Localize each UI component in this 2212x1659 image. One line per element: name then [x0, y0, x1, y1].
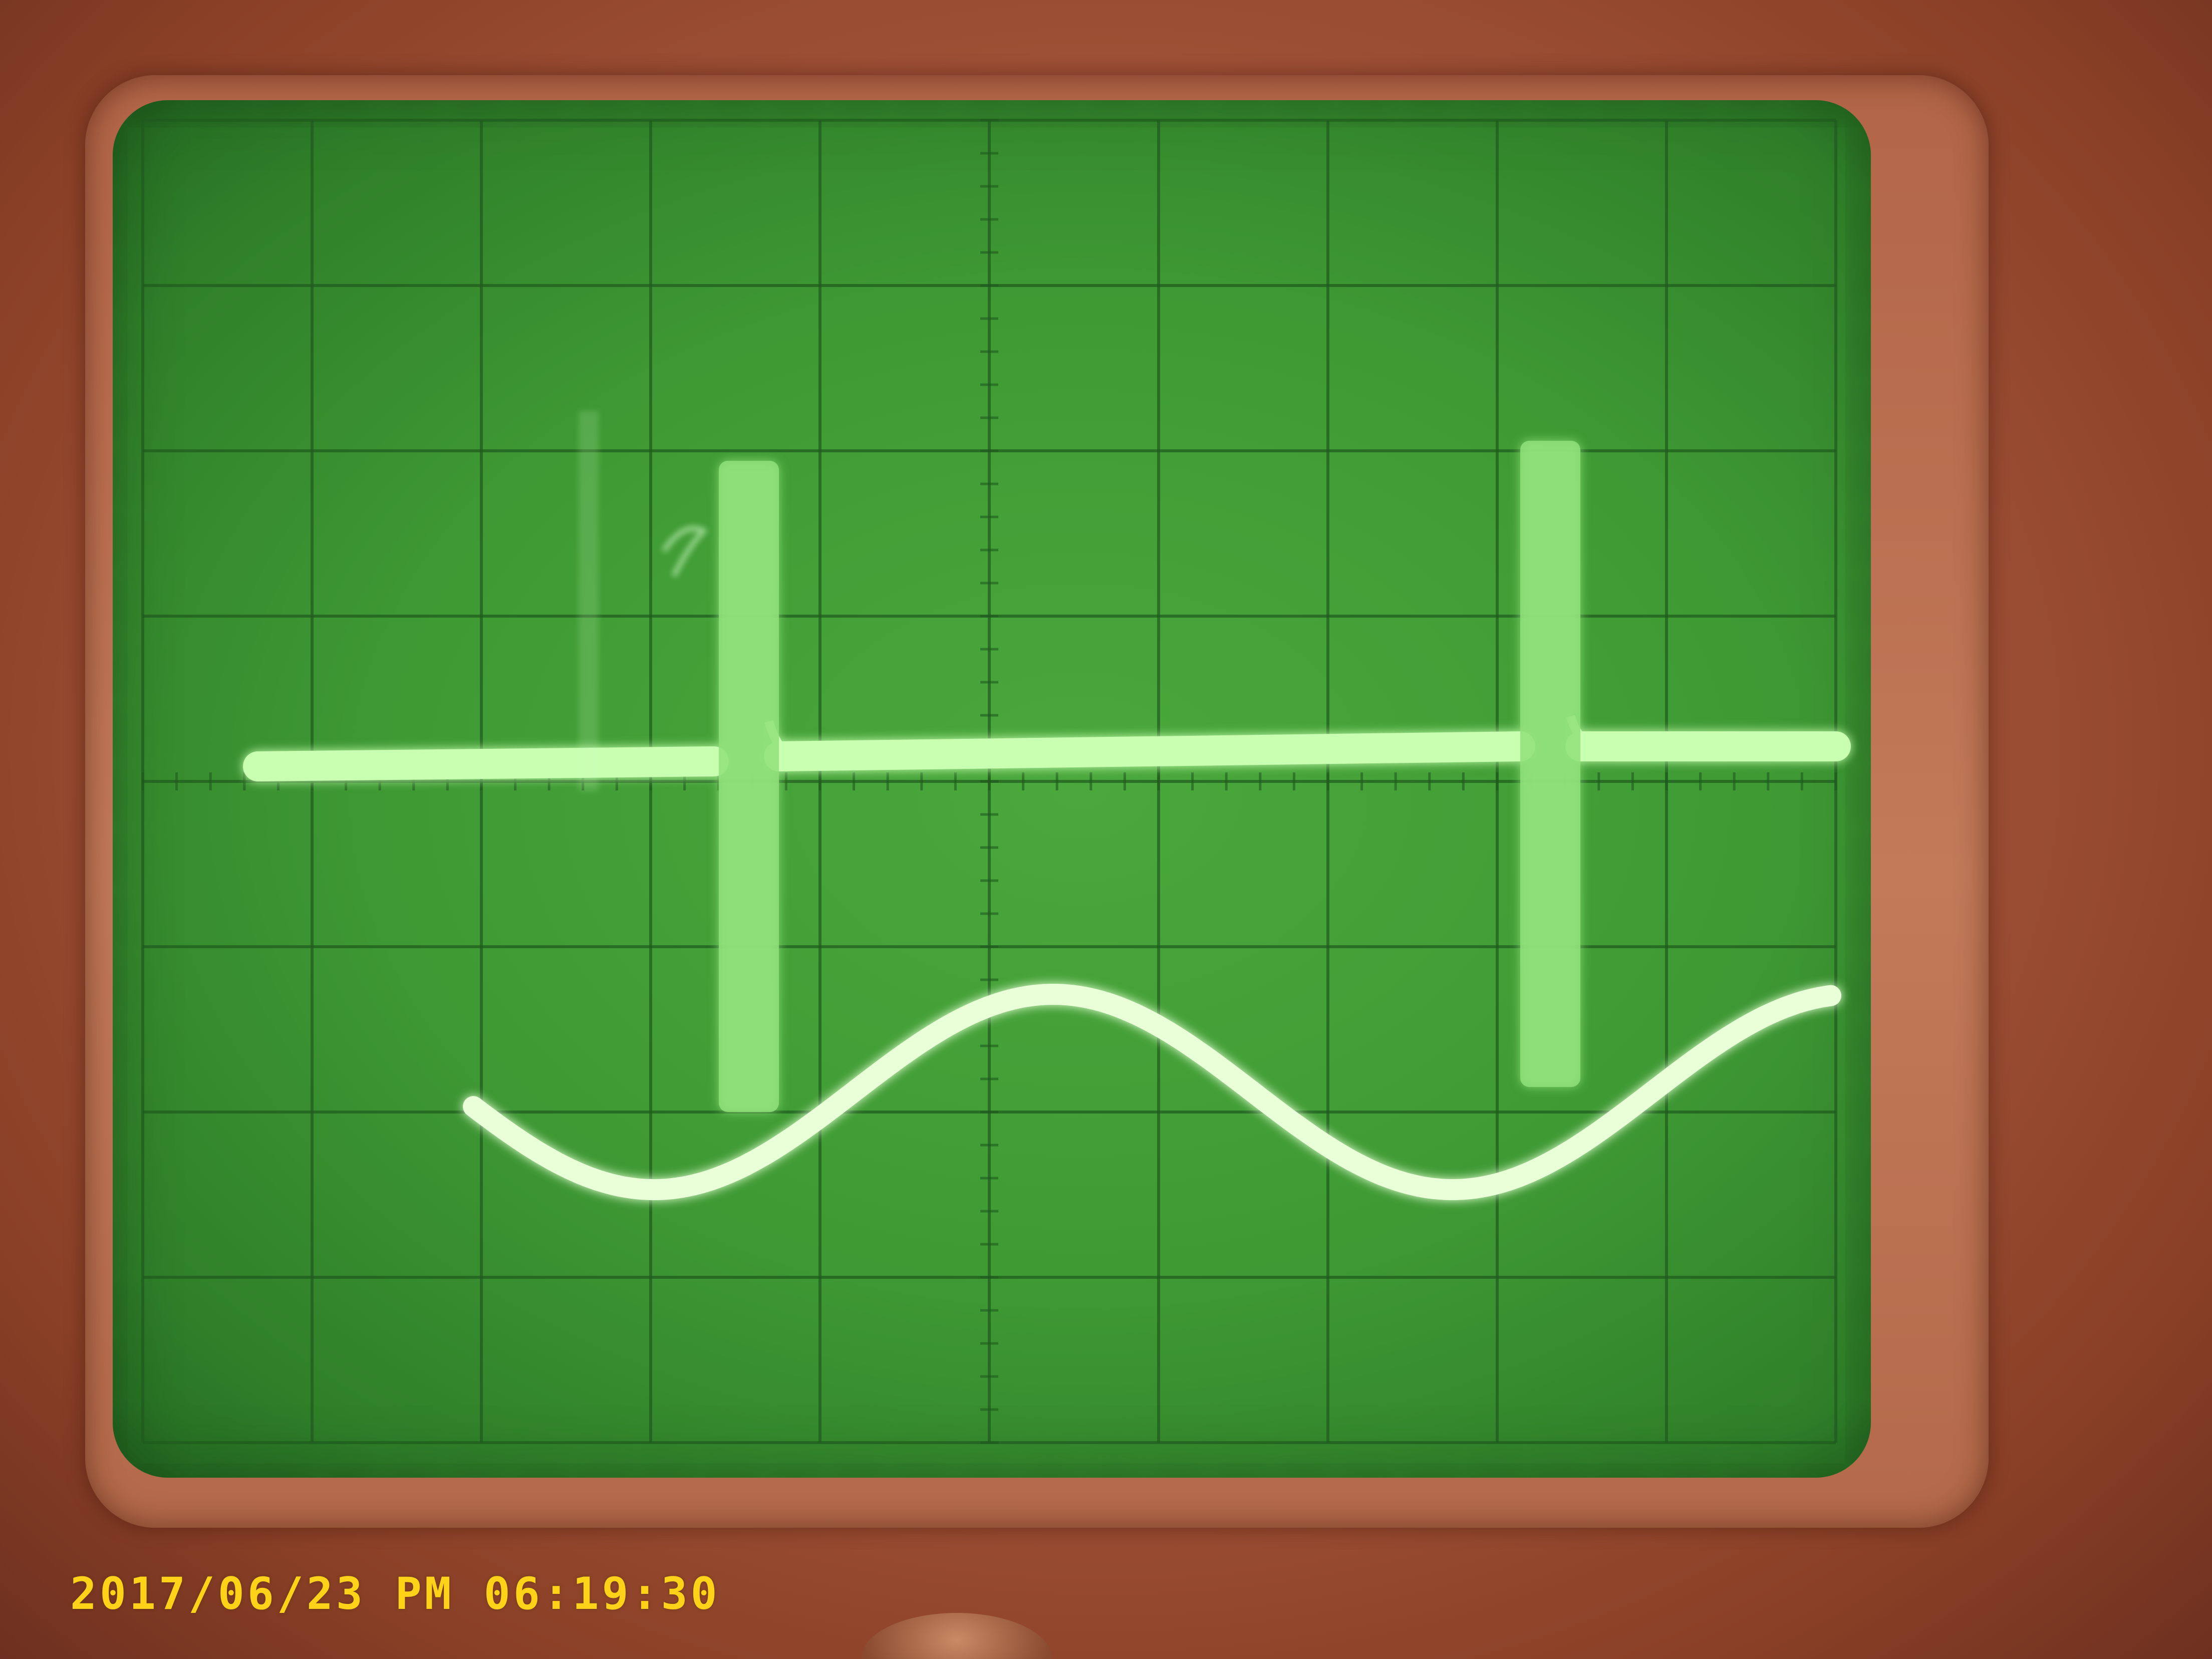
screen-glare — [579, 411, 599, 791]
scope-display — [141, 119, 1851, 1444]
trace-pulse-segment-1 — [243, 746, 729, 781]
graticule-grid — [141, 119, 1837, 1444]
photo-timestamp: 2017/06/23 PM 06:19:30 — [70, 1568, 720, 1619]
oscilloscope-screen — [113, 100, 1871, 1478]
control-knob — [862, 1613, 1052, 1659]
pulse-spike-1 — [719, 461, 779, 1112]
trace-pulse-segment-2 — [764, 731, 1535, 771]
pulse-spike-2 — [1520, 441, 1580, 1087]
screen-reflection — [661, 526, 708, 578]
trace-sine — [463, 983, 1841, 1201]
photo-scene: 2017/06/23 PM 06:19:30 — [0, 0, 2212, 1659]
